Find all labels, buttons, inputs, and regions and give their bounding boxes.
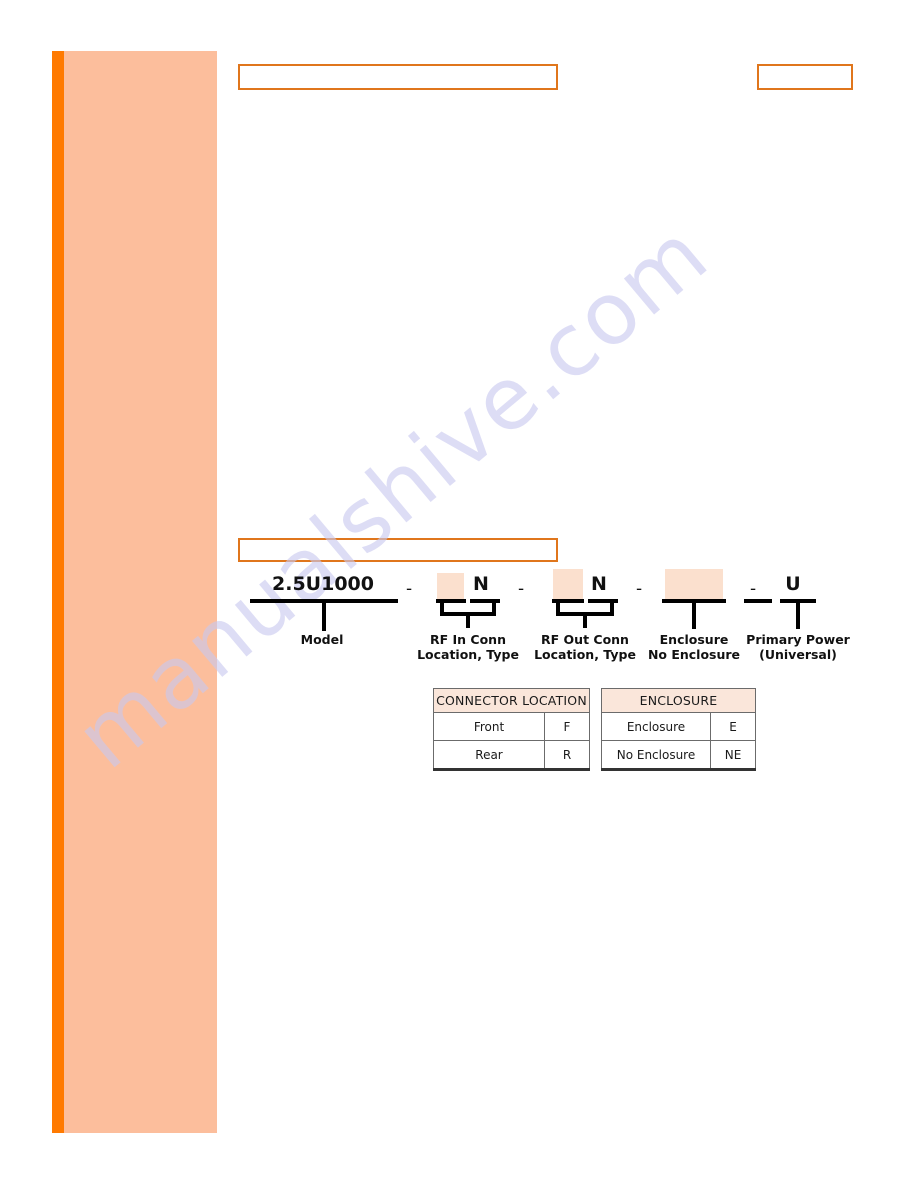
cell-enclosure-name: No Enclosure — [601, 740, 711, 771]
table-header-connector-location: CONNECTOR LOCATION — [433, 688, 590, 713]
sidebar-band — [52, 51, 217, 1133]
table-connector-location: CONNECTOR LOCATION Front F Rear R — [433, 688, 590, 771]
pn-rule-dash-tail — [744, 599, 772, 603]
pn-code-primary-power: U — [785, 573, 801, 595]
pn-code-rf-in: N — [473, 573, 489, 595]
corner-tag-box — [757, 64, 853, 90]
part-number-heading-text — [240, 540, 556, 548]
table-header-enclosure: ENCLOSURE — [601, 688, 756, 713]
cell-location-code: F — [544, 712, 590, 741]
section-title-text — [240, 66, 556, 74]
table-header-row: CONNECTOR LOCATION — [433, 688, 590, 713]
table-row: Front F — [433, 712, 590, 741]
pn-label-enclosure-line1: Enclosure — [659, 632, 729, 647]
pn-label-model: Model — [300, 632, 344, 647]
pn-dash-1: - — [406, 579, 413, 599]
cell-enclosure-code: E — [710, 712, 756, 741]
cell-location-code: R — [544, 740, 590, 771]
table-row: Enclosure E — [601, 712, 756, 741]
table-enclosure: ENCLOSURE Enclosure E No Enclosure NE — [601, 688, 756, 771]
cell-enclosure-code: NE — [710, 740, 756, 771]
corner-tag-text — [759, 66, 851, 74]
pn-code-model: 2.5U1000 — [272, 573, 374, 595]
pn-dash-2: - — [518, 579, 525, 599]
pn-dash-3: - — [636, 579, 643, 599]
pn-label-enclosure-line2: No Enclosure — [647, 647, 741, 662]
pn-code-rf-out: N — [591, 573, 607, 595]
pn-label-rf-in-line2: Location, Type — [417, 647, 519, 662]
pn-label-rf-in-line1: RF In Conn — [430, 632, 506, 647]
pn-highlight-enclosure — [665, 569, 723, 599]
cell-location-name: Front — [433, 712, 545, 741]
part-number-heading-box — [238, 538, 558, 562]
table-row: No Enclosure NE — [601, 740, 756, 771]
pn-label-rf-out-line1: RF Out Conn — [541, 632, 629, 647]
pn-label-primary-power-line1: Primary Power — [746, 632, 850, 647]
sidebar-accent-stripe — [52, 51, 64, 1133]
table-header-row: ENCLOSURE — [601, 688, 756, 713]
pn-stem-rf-out — [583, 613, 587, 628]
part-number-diagram: 2.5U1000 Model - N RF In Conn Location, … — [250, 569, 870, 680]
pn-stem-primary-power — [796, 599, 800, 629]
pn-stem-enclosure — [692, 599, 696, 629]
pn-stem-rf-in — [466, 613, 470, 628]
cell-enclosure-name: Enclosure — [601, 712, 711, 741]
pn-label-rf-out-line2: Location, Type — [534, 647, 636, 662]
pn-label-primary-power-line2: (Universal) — [759, 647, 837, 662]
pn-dash-4: - — [750, 579, 757, 599]
pn-stem-model — [322, 599, 326, 631]
section-title-box — [238, 64, 558, 90]
cell-location-name: Rear — [433, 740, 545, 771]
page-root: 2.5U1000 Model - N RF In Conn Location, … — [0, 0, 918, 1188]
pn-highlight-rf-in — [437, 573, 464, 599]
pn-highlight-rf-out — [553, 569, 583, 599]
table-row: Rear R — [433, 740, 590, 771]
